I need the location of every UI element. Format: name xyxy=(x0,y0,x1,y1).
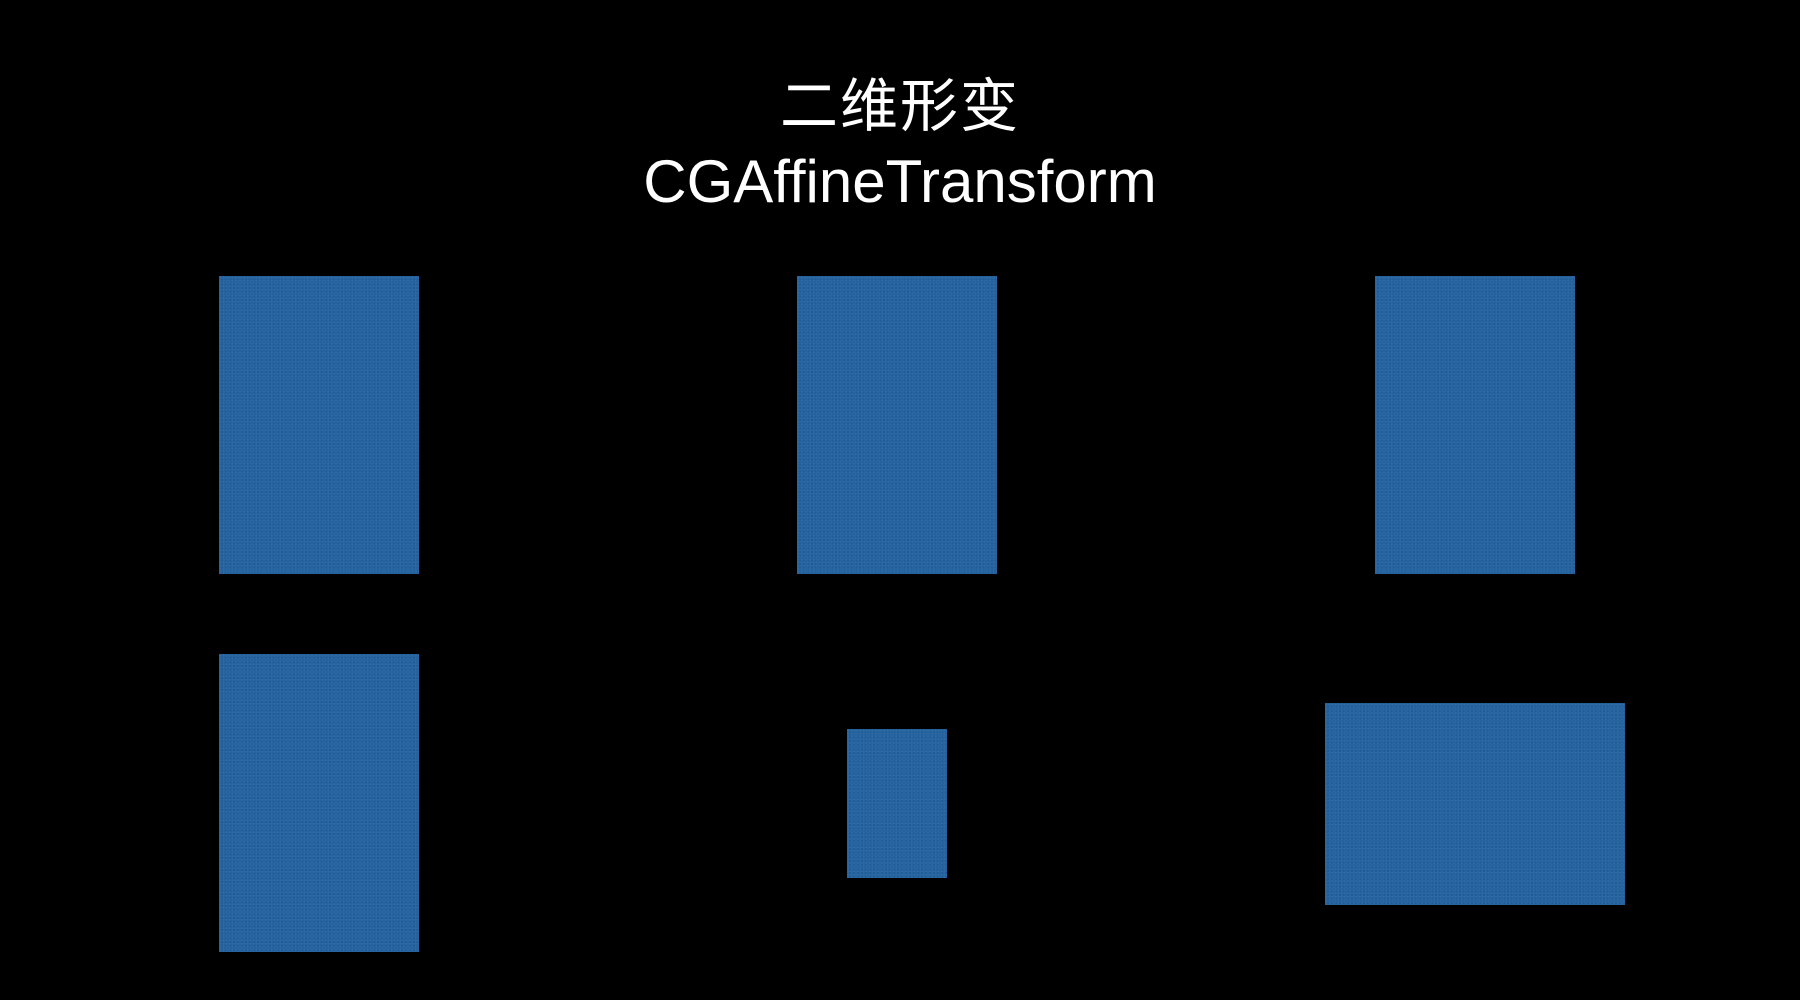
slide: 二维形变 CGAffineTransform xyxy=(0,0,1800,1000)
rect-bottom-left xyxy=(219,654,419,952)
scaled-down-rect xyxy=(847,729,947,878)
rect-top-middle xyxy=(797,276,997,574)
title-english: CGAffineTransform xyxy=(643,148,1157,215)
scaled-wide-rect xyxy=(1325,703,1625,905)
rect-top-right xyxy=(1375,276,1575,574)
original-rect xyxy=(219,276,419,574)
title-chinese: 二维形变 xyxy=(779,72,1020,140)
slide-title: 二维形变 CGAffineTransform xyxy=(0,68,1800,220)
